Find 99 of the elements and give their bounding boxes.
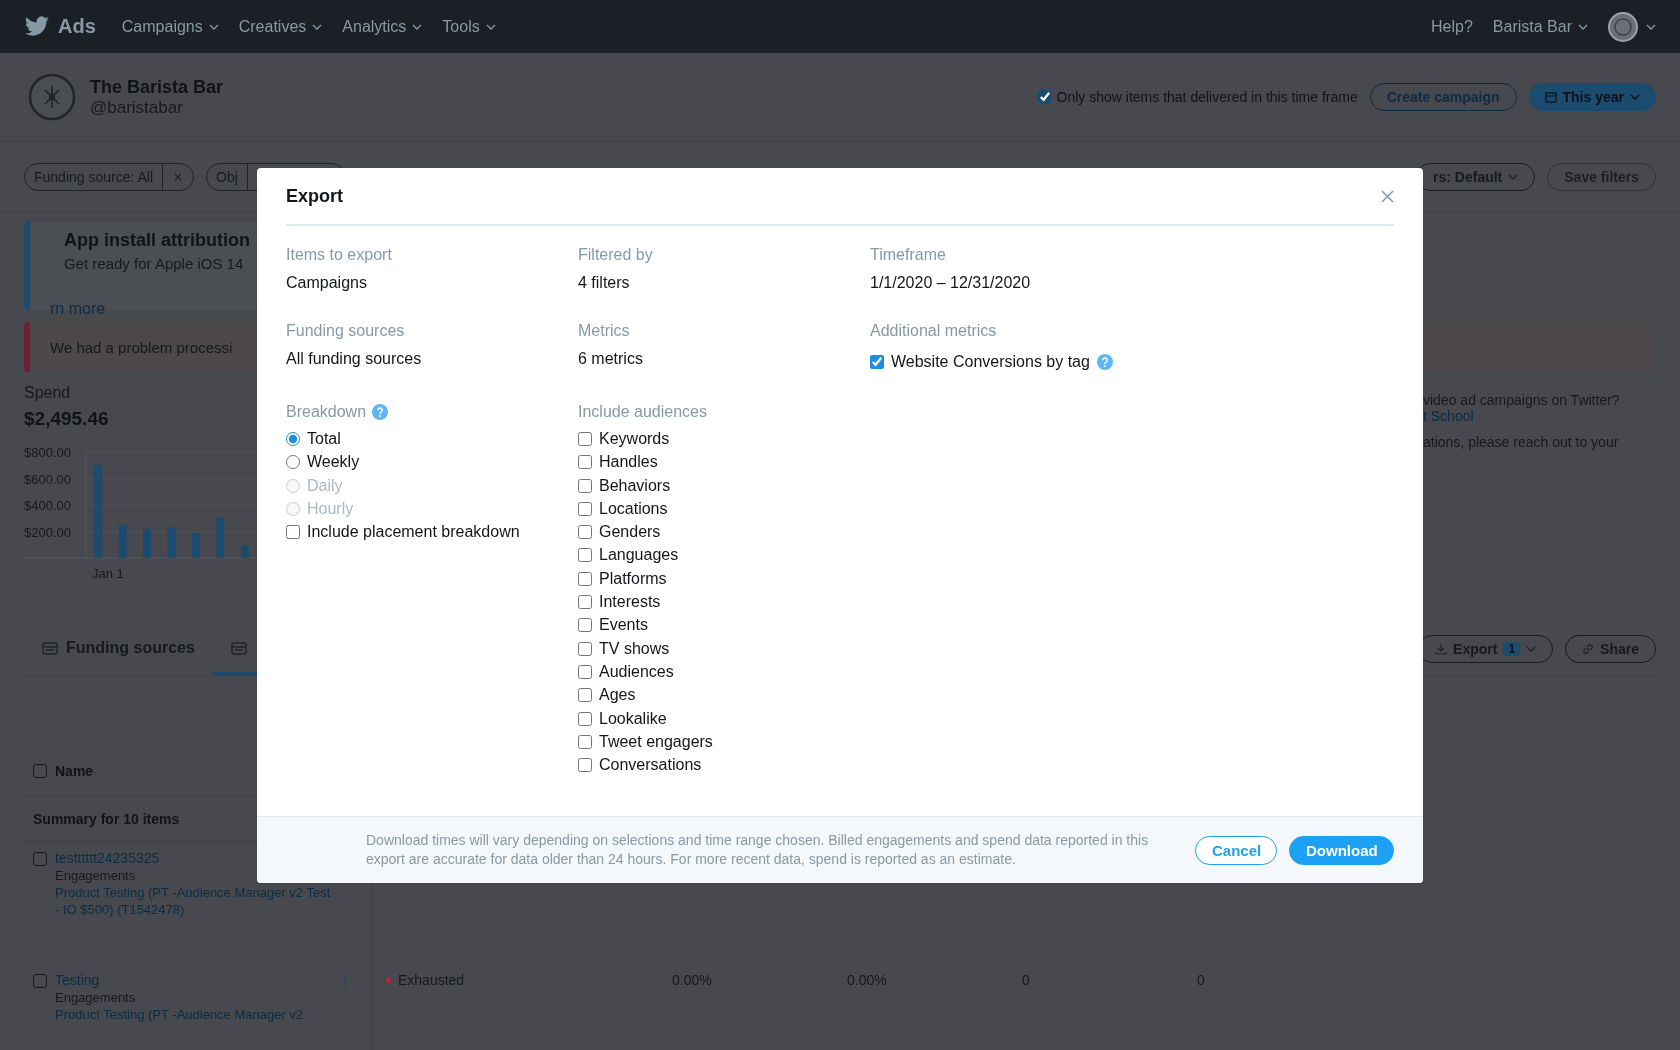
audience-checkbox[interactable] xyxy=(578,595,592,609)
field-value: 4 filters xyxy=(578,274,631,292)
checkbox-label: Conversations xyxy=(599,756,702,775)
checkbox-label: Keywords xyxy=(599,429,670,448)
checkbox-label: Website Conversions by tag xyxy=(891,352,1090,371)
nav-menu[interactable]: Creatives xyxy=(238,17,323,36)
audience-checkbox[interactable] xyxy=(578,455,592,470)
field-label: Items to export xyxy=(286,246,393,264)
dialog-title: Export xyxy=(286,185,343,207)
nav-menu[interactable]: Tools xyxy=(442,17,496,36)
checkbox-label: Genders xyxy=(599,523,661,542)
metric-checkbox[interactable] xyxy=(870,354,884,369)
delivered-checkbox[interactable] xyxy=(1037,90,1052,104)
checkbox-label: Tweet engagers xyxy=(599,732,713,751)
checkbox-label: Interests xyxy=(599,593,661,611)
caret-icon xyxy=(1578,23,1588,30)
field-value: Campaigns xyxy=(286,274,368,292)
field-label: Additional metrics xyxy=(870,322,998,340)
name-column-header: Name xyxy=(55,762,94,779)
caret-icon xyxy=(1508,173,1519,180)
row-checkbox[interactable] xyxy=(33,852,47,866)
audience-checkbox[interactable] xyxy=(578,548,592,563)
spend-bar xyxy=(118,524,127,558)
caret-icon xyxy=(412,23,423,30)
field-value: 1/1/2020 – 12/31/2020 xyxy=(870,274,1032,292)
close-icon[interactable] xyxy=(1381,189,1394,203)
field-label: Funding sources xyxy=(286,322,406,340)
field-label: Filtered by xyxy=(578,246,654,264)
caret-icon xyxy=(312,23,323,30)
breakdown-radio[interactable] xyxy=(286,431,300,446)
account-menu[interactable]: Barista Bar xyxy=(1492,17,1588,36)
field-label: Metrics xyxy=(578,322,631,340)
field-value: 6 metrics xyxy=(578,350,644,368)
help-link[interactable]: Help? xyxy=(1431,17,1473,36)
caret-icon xyxy=(1630,94,1640,100)
option-label: Daily xyxy=(307,476,343,495)
field-value: All funding sources xyxy=(286,350,423,368)
download-button[interactable]: Download xyxy=(1289,835,1394,865)
checkbox-label: Handles xyxy=(599,453,658,472)
download-icon xyxy=(1435,643,1448,655)
breakdown-radio[interactable] xyxy=(286,455,300,470)
field-label: Timeframe xyxy=(870,246,947,264)
banner-title: App install attribution xyxy=(64,230,251,251)
audience-checkbox[interactable] xyxy=(578,571,592,586)
placement-checkbox[interactable] xyxy=(286,525,300,540)
checkbox-label: TV shows xyxy=(599,639,670,658)
spend-bar xyxy=(143,528,152,558)
calendar-icon xyxy=(1544,91,1557,103)
audience-checkbox[interactable] xyxy=(578,501,592,516)
caret-icon xyxy=(1526,646,1537,652)
spend-bar xyxy=(216,517,225,558)
nav-menu[interactable]: Analytics xyxy=(342,17,423,36)
field-label: Include audiences xyxy=(578,403,708,422)
campaign-name-link[interactable]: Testing xyxy=(55,972,335,988)
brand-name[interactable]: Ads xyxy=(58,15,96,38)
avatar-icon[interactable] xyxy=(1608,11,1656,42)
account-avatar xyxy=(28,73,76,121)
checkbox-label: Behaviors xyxy=(599,476,671,495)
audience-checkbox[interactable] xyxy=(578,758,592,773)
option-label: Weekly xyxy=(307,453,360,472)
checkbox-label: Platforms xyxy=(599,569,667,588)
caret-icon xyxy=(208,23,219,30)
spend-bar xyxy=(167,527,176,558)
spend-bar xyxy=(240,545,249,558)
checkbox-label: Ages xyxy=(599,686,636,705)
audience-checkbox[interactable] xyxy=(578,688,592,703)
audience-checkbox[interactable] xyxy=(578,525,592,540)
audience-checkbox[interactable] xyxy=(578,711,592,726)
select-all-checkbox[interactable] xyxy=(33,763,47,778)
audience-checkbox[interactable] xyxy=(578,664,592,679)
bird-logo-icon[interactable] xyxy=(24,15,50,38)
caret-icon xyxy=(485,23,496,30)
spend-amount: $2,495.46 xyxy=(24,408,110,430)
checkbox-label: Events xyxy=(599,616,648,635)
footer-note: Download times will vary depending on selections and time range chosen. Billed engagements and spend data reported in this export are accurate for data older than 24 hours. For more recent data, spend is reported as an estimate. xyxy=(366,831,1150,869)
checkbox-label: Include placement breakdown xyxy=(307,523,520,542)
timeframe-button[interactable]: This year xyxy=(1528,83,1656,111)
option-label: Total xyxy=(307,429,341,448)
option-label: Hourly xyxy=(307,499,354,518)
school-link[interactable]: t School xyxy=(1423,408,1656,424)
field-label: Breakdown xyxy=(286,403,367,422)
export-count-badge: 1 xyxy=(1503,642,1521,656)
funding-source-link[interactable]: Product Testing (PT -Audience Manager v2 Test - IO $500) (T1542478) xyxy=(55,885,335,919)
checkbox-label: Lookalike xyxy=(599,709,667,728)
audience-checkbox[interactable] xyxy=(578,641,592,656)
audience-checkbox[interactable] xyxy=(578,734,592,749)
row-checkbox[interactable] xyxy=(33,974,47,988)
checkbox-label: Languages xyxy=(599,546,679,565)
audience-checkbox[interactable] xyxy=(578,618,592,633)
audience-checkbox[interactable] xyxy=(578,431,592,446)
checkbox-label: Locations xyxy=(599,499,668,518)
learn-more-link[interactable]: rn more xyxy=(50,300,106,317)
nav-menu[interactable]: Campaigns xyxy=(121,17,219,36)
link-icon xyxy=(1582,643,1595,655)
funding-source-link[interactable]: Product Testing (PT -Audience Manager v2 xyxy=(55,1007,335,1024)
cancel-button[interactable]: Cancel xyxy=(1195,835,1277,865)
spend-bar xyxy=(191,533,200,558)
audience-checkbox[interactable] xyxy=(578,478,592,493)
checkbox-label: Audiences xyxy=(599,662,674,681)
